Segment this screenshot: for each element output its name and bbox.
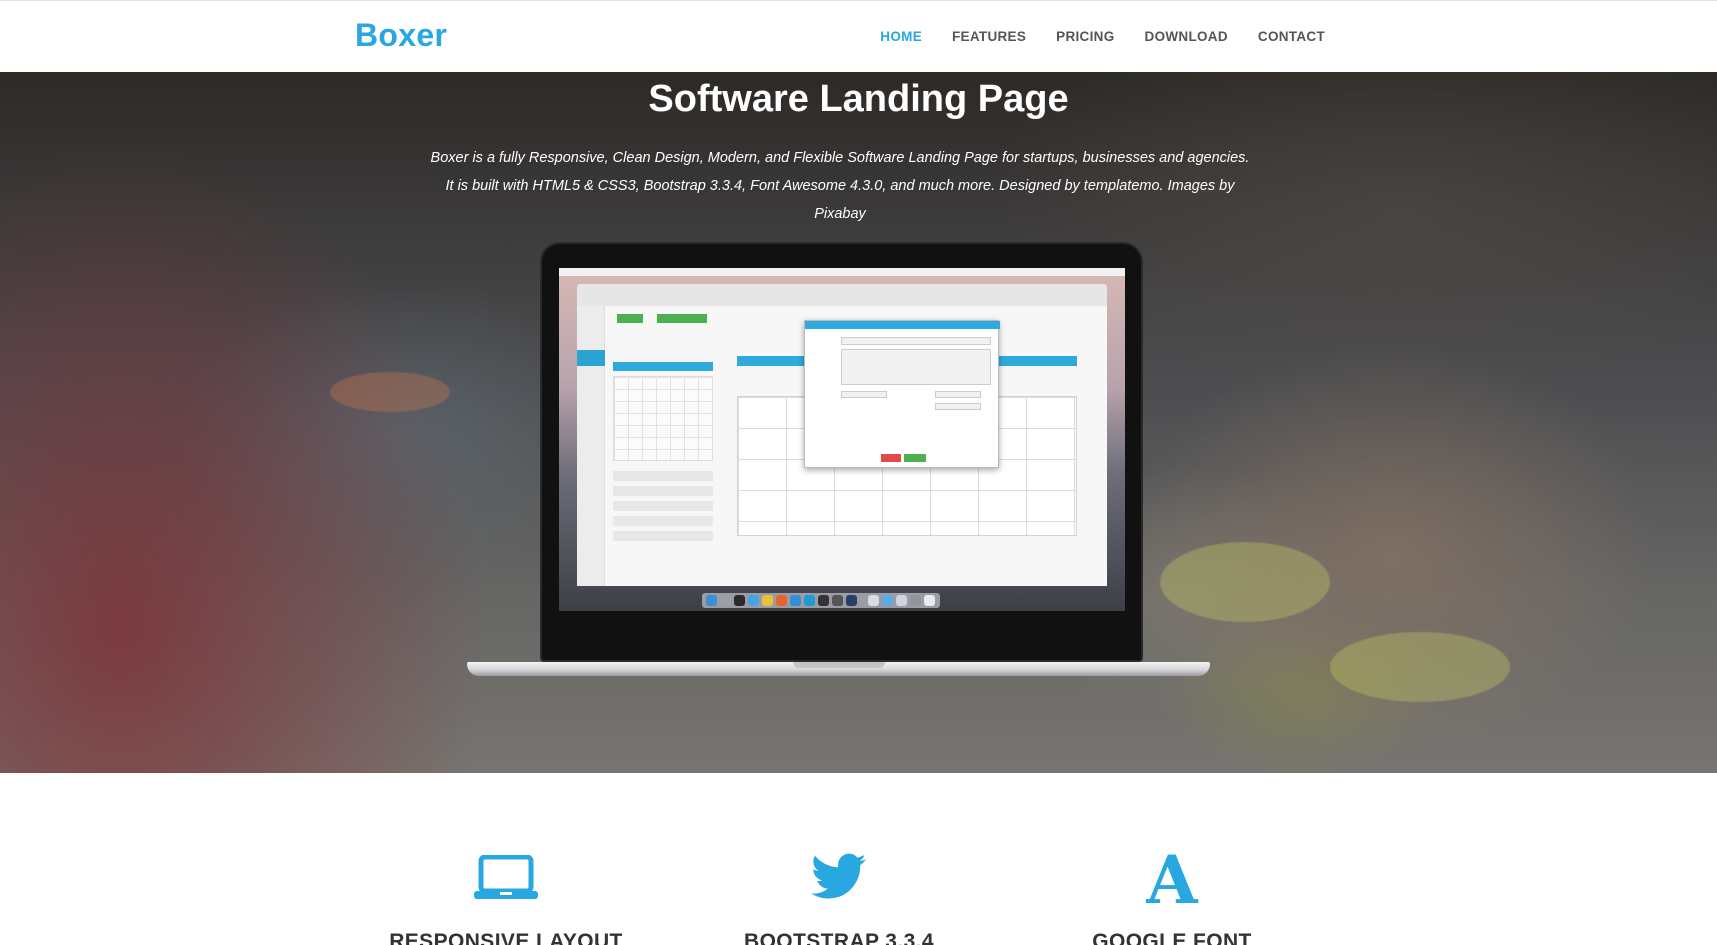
screen-app-modal-header	[805, 321, 1000, 329]
screen-app-button	[617, 314, 643, 323]
dock-icon	[846, 595, 857, 606]
dock-icon	[776, 595, 787, 606]
laptop-base-notch	[793, 662, 885, 668]
dock-icon	[804, 595, 815, 606]
hero-section: Software Landing Page Boxer is a fully R…	[0, 72, 1717, 773]
hero-description: Boxer is a fully Responsive, Clean Desig…	[430, 150, 1250, 222]
nav-link-home[interactable]: HOME	[880, 29, 922, 44]
laptop-lid	[540, 242, 1143, 662]
screen-app-modal-save	[904, 454, 926, 462]
dock-icon	[832, 595, 843, 606]
screen-app-modal-field	[841, 349, 991, 385]
hero-bg-sticky-note	[1330, 632, 1510, 702]
screen-browser-toolbar	[577, 284, 1107, 306]
nav-link-download[interactable]: DOWNLOAD	[1145, 29, 1228, 44]
feature-title: GOOGLE FONT	[1092, 930, 1252, 945]
brand-logo[interactable]: Boxer	[355, 17, 447, 54]
twitter-bird-icon	[811, 853, 867, 906]
dock-icon	[910, 595, 921, 606]
dock-icon	[790, 595, 801, 606]
hero-bg-sticky-note	[330, 372, 450, 412]
dock-icon	[896, 595, 907, 606]
dock-icon	[734, 595, 745, 606]
screen-app-window	[577, 306, 1107, 586]
screen-app-modal	[804, 320, 1000, 468]
screen-app-modal-field	[841, 337, 991, 345]
feature-title: BOOTSTRAP 3.3.4	[744, 930, 934, 945]
dock-icon	[706, 595, 717, 606]
dock-icon	[818, 595, 829, 606]
screen-dock	[702, 593, 940, 608]
screen-app-header-bar	[613, 362, 713, 371]
feature-title: RESPONSIVE LAYOUT	[389, 930, 623, 945]
dock-icon	[748, 595, 759, 606]
dock-icon	[720, 595, 731, 606]
screen-app-modal-field	[841, 391, 887, 398]
navbar: Boxer HOME FEATURES PRICING DOWNLOAD CON…	[0, 0, 1717, 72]
font-letter-a-icon: A	[1146, 841, 1198, 919]
screen-app-modal-field	[935, 403, 981, 410]
screen-app-modal-cancel	[881, 454, 901, 462]
nav-menu: HOME FEATURES PRICING DOWNLOAD CONTACT	[850, 29, 1325, 44]
screen-app-sidebar-active	[577, 350, 605, 366]
laptop-mockup-image	[467, 242, 1210, 752]
screen-app-modal-field	[935, 391, 981, 398]
dock-icon	[924, 595, 935, 606]
screen-app-calendar	[613, 376, 713, 461]
dock-icon	[868, 595, 879, 606]
dock-icon	[882, 595, 893, 606]
screen-app-sidebar	[577, 306, 605, 586]
dock-icon	[762, 595, 773, 606]
screen-app-list	[613, 471, 713, 541]
nav-link-pricing[interactable]: PRICING	[1056, 29, 1114, 44]
nav-link-features[interactable]: FEATURES	[952, 29, 1026, 44]
nav-link-contact[interactable]: CONTACT	[1258, 29, 1325, 44]
laptop-screen	[559, 268, 1125, 611]
features-section: RESPONSIVE LAYOUT BOOTSTRAP 3.3.4 A GOOG…	[0, 773, 1717, 945]
laptop-icon	[473, 854, 539, 906]
hero-title: Software Landing Page	[648, 78, 1069, 120]
screen-menubar	[559, 268, 1125, 276]
screen-app-button	[657, 314, 707, 323]
